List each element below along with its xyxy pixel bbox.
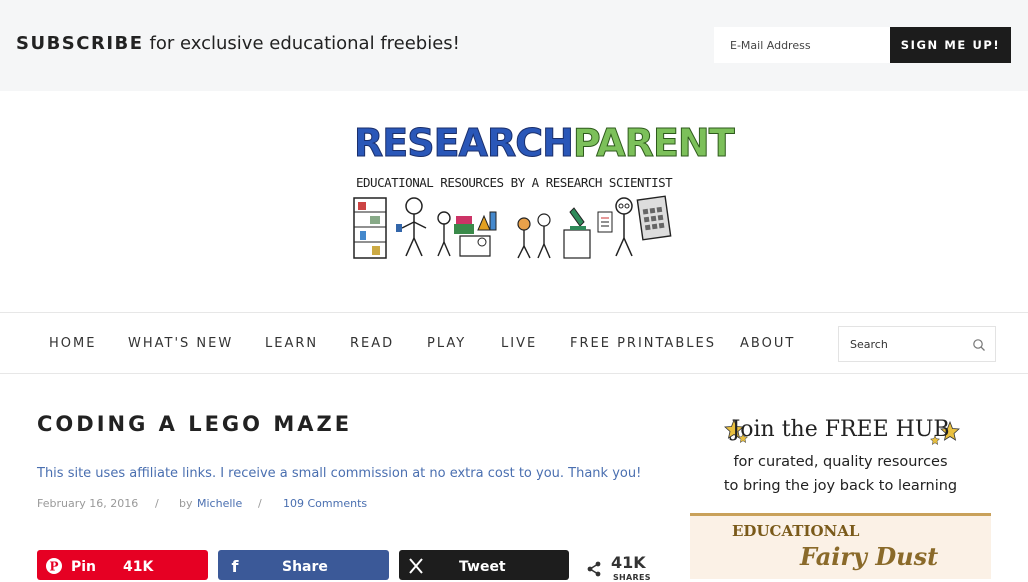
nav-item-live[interactable]: LIVE	[501, 336, 537, 351]
nav-item-about[interactable]: ABOUT	[740, 336, 795, 351]
ad-subline-1: for curated, quality resources	[733, 454, 948, 470]
nav-item-learn[interactable]: LEARN	[265, 336, 318, 351]
pinterest-share-button[interactable]: P Pin 41K	[37, 550, 208, 580]
pinterest-label: Pin	[71, 559, 97, 575]
search-icon[interactable]	[972, 338, 986, 352]
nav-item-read[interactable]: READ	[350, 336, 394, 351]
post-author-link[interactable]: Michelle	[197, 497, 242, 510]
facebook-icon: f	[232, 557, 240, 575]
facebook-share-button[interactable]: f Share	[218, 550, 389, 580]
nav-item-home[interactable]: HOME	[49, 336, 96, 351]
ad-educational-text: EDUCATIONAL	[732, 522, 860, 540]
ad-subline-2: to bring the joy back to learning	[723, 478, 958, 494]
ad-fairy-dust-banner: EDUCATIONAL Fairy Dust	[690, 513, 991, 579]
x-label: Tweet	[459, 559, 506, 575]
ad-headline: Join the FREE HUB	[731, 417, 950, 442]
subscribe-heading: SUBSCRIBE	[16, 33, 144, 54]
post-title: CODING A LEGO MAZE	[37, 412, 353, 436]
svg-text:f: f	[232, 557, 240, 575]
svg-text:P: P	[49, 560, 58, 574]
subscribe-text: for exclusive educational freebies!	[149, 33, 460, 54]
ad-fairy-dust-text: Fairy Dust	[800, 542, 939, 571]
search-input[interactable]	[839, 327, 965, 361]
sidebar-hub-ad[interactable]: Join the FREE HUB for curated, quality r…	[690, 409, 991, 579]
logo-stick-figures-illustration	[353, 195, 672, 259]
x-logo-icon	[409, 558, 423, 574]
x-share-button[interactable]: Tweet	[399, 550, 569, 580]
post-comments-link[interactable]: 109 Comments	[283, 497, 367, 510]
main-navigation: HOME WHAT'S NEW LEARN READ PLAY LIVE FRE…	[0, 312, 1028, 374]
logo-tagline: EDUCATIONAL RESOURCES BY A RESEARCH SCIE…	[356, 175, 673, 190]
subscribe-bar: SUBSCRIBE for exclusive educational freeb…	[0, 0, 1028, 91]
pinterest-count: 41K	[123, 559, 154, 575]
meta-separator: /	[155, 497, 159, 510]
post-author-prefix: by	[179, 497, 193, 510]
facebook-label: Share	[282, 559, 328, 575]
nav-item-play[interactable]: PLAY	[427, 336, 466, 351]
logo-title-research: RESEARCH	[354, 121, 575, 165]
post-date: February 16, 2016	[37, 497, 139, 510]
affiliate-disclosure: This site uses affiliate links. I receiv…	[37, 466, 642, 481]
site-logo[interactable]: RESEARCHPARENT EDUCATIONAL RESOURCES BY …	[352, 122, 735, 262]
nav-search-box	[838, 326, 996, 362]
nav-item-whats-new[interactable]: WHAT'S NEW	[128, 336, 233, 351]
pinterest-icon: P	[46, 558, 62, 574]
logo-title: RESEARCHPARENT	[354, 121, 736, 165]
share-icon	[587, 561, 601, 577]
meta-separator: /	[258, 497, 262, 510]
email-field[interactable]	[714, 27, 890, 63]
sign-me-up-button[interactable]: SIGN ME UP!	[890, 27, 1011, 63]
total-shares: 41K SHARES	[584, 553, 654, 582]
total-shares-count: 41K	[611, 553, 646, 572]
nav-item-free-printables[interactable]: FREE PRINTABLES	[570, 336, 716, 351]
logo-title-parent: PARENT	[572, 121, 735, 165]
subscribe-message: SUBSCRIBE for exclusive educational freeb…	[16, 33, 460, 54]
